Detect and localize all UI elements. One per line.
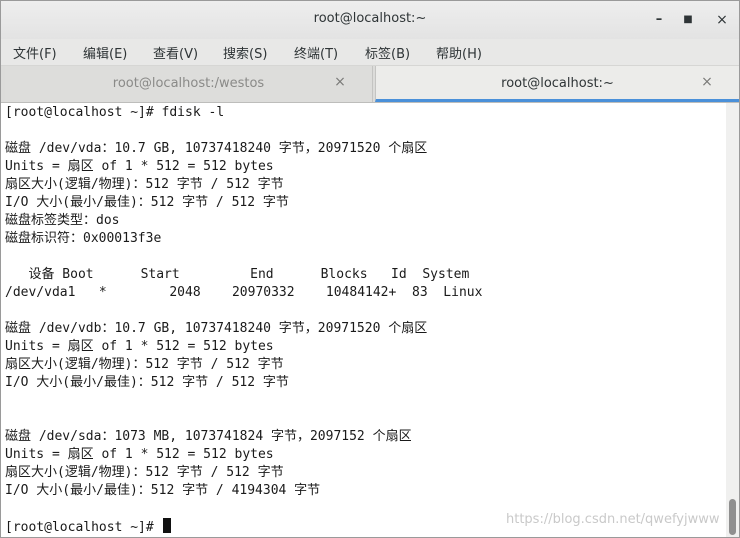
terminal-line: 磁盘标识符：0x00013f3e (5, 231, 162, 246)
terminal-line: 磁盘 /dev/vdb：10.7 GB, 10737418240 字节，2097… (5, 321, 428, 336)
close-icon[interactable]: × (712, 10, 732, 30)
watermark-text: https://blog.csdn.net/qwefyjwww (506, 512, 720, 527)
terminal-window: root@localhost:~ – ■ × 文件(F) 编辑(E) 查看(V)… (0, 0, 740, 538)
terminal-line: 设备 Boot Start End Blocks Id System (5, 267, 470, 282)
terminal-line: 磁盘 /dev/sda：1073 MB, 1073741824 字节，20971… (5, 429, 412, 444)
terminal-line: /dev/vda1 * 2048 20970332 10484142+ 83 L… (5, 285, 483, 300)
title-bar[interactable]: root@localhost:~ – ■ × (1, 1, 739, 39)
terminal-line: Units = 扇区 of 1 * 512 = 512 bytes (5, 447, 274, 462)
terminal-prompt-line[interactable]: [root@localhost ~]# (5, 518, 171, 536)
tab-westos[interactable]: root@localhost:/westos × (5, 66, 373, 102)
terminal-line: Units = 扇区 of 1 * 512 = 512 bytes (5, 339, 274, 354)
minimize-icon[interactable]: – (649, 10, 669, 30)
terminal-line: I/O 大小(最小/最佳)：512 字节 / 4194304 字节 (5, 483, 321, 498)
tab-bar: root@localhost:/westos × root@localhost:… (1, 66, 739, 103)
menu-terminal[interactable]: 终端(T) (294, 43, 338, 62)
maximize-icon[interactable]: ■ (678, 10, 698, 30)
terminal-prompt: [root@localhost ~]# (5, 520, 162, 535)
terminal-line: 磁盘标签类型：dos (5, 213, 120, 228)
tab-home[interactable]: root@localhost:~ × (375, 66, 739, 102)
terminal-output[interactable]: [root@localhost ~]# fdisk -l 磁盘 /dev/vda… (5, 103, 723, 537)
terminal-line: [root@localhost ~]# fdisk -l (5, 105, 225, 120)
menu-edit[interactable]: 编辑(E) (83, 43, 127, 62)
tab-westos-label: root@localhost:/westos (112, 76, 265, 91)
text-cursor (162, 518, 171, 533)
tab-westos-close-icon[interactable]: × (332, 74, 348, 90)
terminal-line: I/O 大小(最小/最佳)：512 字节 / 512 字节 (5, 375, 289, 390)
terminal-line: 扇区大小(逻辑/物理)：512 字节 / 512 字节 (5, 177, 284, 192)
terminal-line: 扇区大小(逻辑/物理)：512 字节 / 512 字节 (5, 357, 284, 372)
menu-tabs[interactable]: 标签(B) (365, 43, 410, 62)
menu-bar: 文件(F) 编辑(E) 查看(V) 搜索(S) 终端(T) 标签(B) 帮助(H… (1, 39, 739, 66)
window-title: root@localhost:~ (313, 11, 427, 26)
terminal-line: 扇区大小(逻辑/物理)：512 字节 / 512 字节 (5, 465, 284, 480)
tab-home-close-icon[interactable]: × (699, 74, 715, 90)
terminal-line: Units = 扇区 of 1 * 512 = 512 bytes (5, 159, 274, 174)
tab-home-label: root@localhost:~ (501, 76, 614, 91)
menu-search[interactable]: 搜索(S) (223, 43, 267, 62)
menu-file[interactable]: 文件(F) (13, 43, 57, 62)
scrollbar-thumb[interactable] (729, 499, 736, 535)
menu-view[interactable]: 查看(V) (153, 43, 198, 62)
terminal-line: I/O 大小(最小/最佳)：512 字节 / 512 字节 (5, 195, 289, 210)
terminal-line: 磁盘 /dev/vda：10.7 GB, 10737418240 字节，2097… (5, 141, 428, 156)
terminal-scrollbar[interactable] (726, 103, 739, 537)
menu-help[interactable]: 帮助(H) (436, 43, 482, 62)
